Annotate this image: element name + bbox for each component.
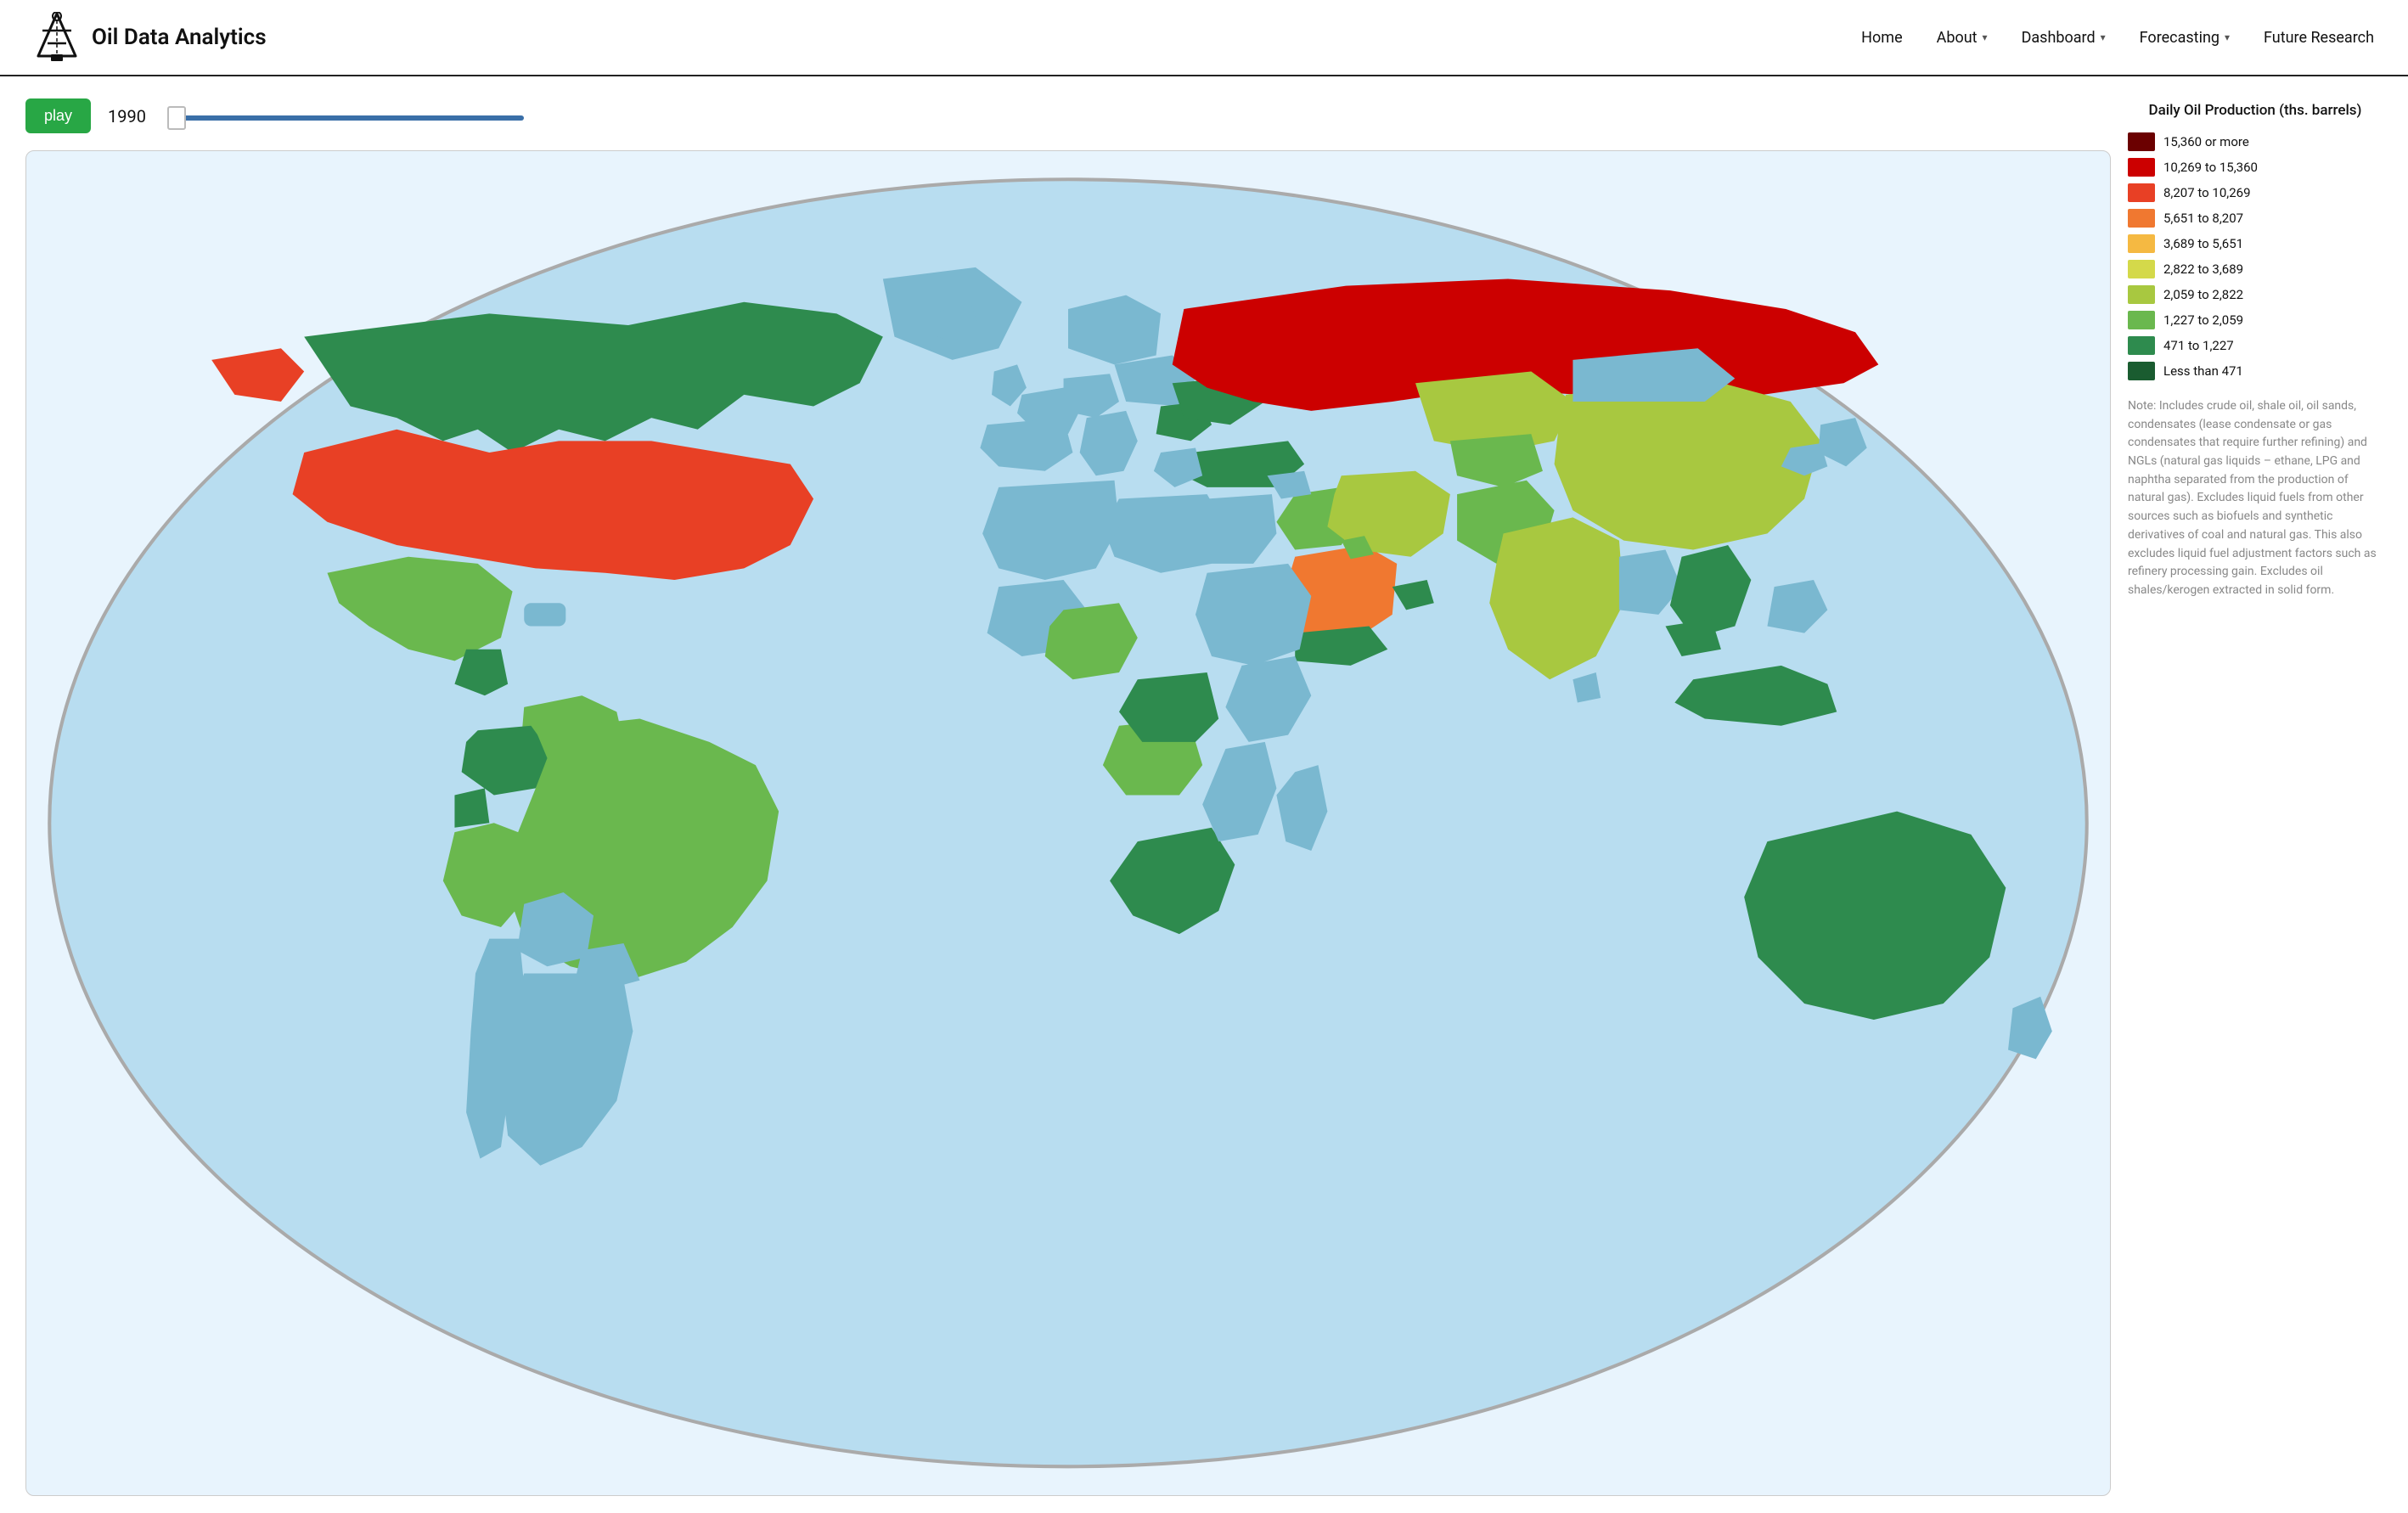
legend-item: 15,360 or more xyxy=(2128,132,2383,151)
dashboard-chevron-icon: ▾ xyxy=(2101,31,2106,43)
legend-label: 471 to 1,227 xyxy=(2163,338,2234,353)
legend-item: 2,059 to 2,822 xyxy=(2128,285,2383,304)
year-slider[interactable] xyxy=(167,115,524,121)
site-header: Oil Data Analytics Home About ▾ Dashboar… xyxy=(0,0,2408,76)
legend-label: 2,059 to 2,822 xyxy=(2163,287,2243,302)
legend-label: 2,822 to 3,689 xyxy=(2163,262,2243,277)
legend-label: 15,360 or more xyxy=(2163,134,2249,149)
forecasting-chevron-icon: ▾ xyxy=(2225,31,2230,43)
legend-label: 1,227 to 2,059 xyxy=(2163,312,2243,328)
legend-item: 2,822 to 3,689 xyxy=(2128,260,2383,278)
legend-item: 5,651 to 8,207 xyxy=(2128,209,2383,228)
world-map-svg xyxy=(26,151,2110,1495)
legend-swatch xyxy=(2128,362,2155,380)
legend-label: 5,651 to 8,207 xyxy=(2163,211,2243,226)
legend-swatch xyxy=(2128,158,2155,177)
main-nav: Home About ▾ Dashboard ▾ Forecasting ▾ F… xyxy=(1861,29,2374,47)
legend-swatch xyxy=(2128,183,2155,202)
cuba xyxy=(524,603,565,626)
legend-items: 15,360 or more 10,269 to 15,360 8,207 to 1… xyxy=(2128,132,2383,380)
logo-area: Oil Data Analytics xyxy=(34,12,267,63)
controls-row: play 1990 xyxy=(25,93,2111,138)
right-panel: Daily Oil Production (ths. barrels) 15,3… xyxy=(2128,93,2383,1496)
legend-item: 8,207 to 10,269 xyxy=(2128,183,2383,202)
legend-label: 3,689 to 5,651 xyxy=(2163,236,2243,251)
legend-swatch xyxy=(2128,260,2155,278)
nav-dashboard[interactable]: Dashboard ▾ xyxy=(2022,29,2106,47)
nav-forecasting[interactable]: Forecasting ▾ xyxy=(2140,29,2230,47)
main-content: play 1990 xyxy=(0,76,2408,1513)
legend-swatch xyxy=(2128,132,2155,151)
oil-derrick-icon xyxy=(34,12,80,63)
alaska xyxy=(211,348,304,402)
legend-title: Daily Oil Production (ths. barrels) xyxy=(2128,102,2383,119)
nav-home[interactable]: Home xyxy=(1861,29,1902,47)
legend-swatch xyxy=(2128,209,2155,228)
legend-label: Less than 471 xyxy=(2163,363,2243,379)
year-label: 1990 xyxy=(108,106,150,127)
legend-note: Note: Includes crude oil, shale oil, oil… xyxy=(2128,397,2383,600)
slider-wrapper xyxy=(167,108,524,124)
legend-swatch xyxy=(2128,311,2155,329)
nav-about[interactable]: About ▾ xyxy=(1937,29,1988,47)
left-panel: play 1990 xyxy=(25,93,2111,1496)
world-map-container xyxy=(25,150,2111,1496)
play-button[interactable]: play xyxy=(25,98,91,133)
legend-swatch xyxy=(2128,234,2155,253)
nav-future-research[interactable]: Future Research xyxy=(2264,29,2374,47)
legend-item: 10,269 to 15,360 xyxy=(2128,158,2383,177)
legend-item: 471 to 1,227 xyxy=(2128,336,2383,355)
legend-swatch xyxy=(2128,336,2155,355)
logo-title: Oil Data Analytics xyxy=(92,25,267,50)
legend-item: Less than 471 xyxy=(2128,362,2383,380)
legend-swatch xyxy=(2128,285,2155,304)
legend-label: 10,269 to 15,360 xyxy=(2163,160,2258,175)
legend-item: 3,689 to 5,651 xyxy=(2128,234,2383,253)
about-chevron-icon: ▾ xyxy=(1983,31,1988,43)
ecuador xyxy=(454,788,489,827)
sudan xyxy=(1196,564,1311,666)
legend-label: 8,207 to 10,269 xyxy=(2163,185,2251,200)
legend-item: 1,227 to 2,059 xyxy=(2128,311,2383,329)
